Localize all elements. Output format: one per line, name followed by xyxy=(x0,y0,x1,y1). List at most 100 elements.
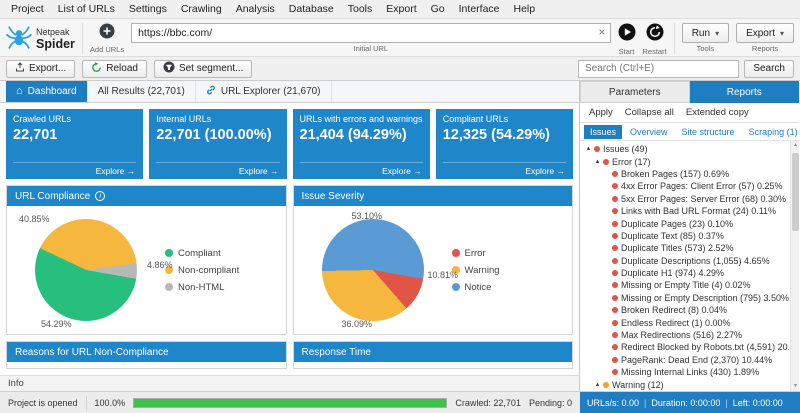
menu-item[interactable]: Export xyxy=(379,1,423,17)
menu-item[interactable]: Tools xyxy=(341,1,380,17)
explore-link[interactable]: Explore → xyxy=(442,162,566,179)
tree-row-label: Broken Pages (157) 0.69% xyxy=(621,168,730,179)
status-left: Project is opened 100.0% Crawled: 22,701… xyxy=(0,392,580,413)
tree-row[interactable]: ▲ Duplicate H1 (974) 4.29% xyxy=(580,267,789,279)
export-dropdown[interactable]: Export ▾ xyxy=(736,23,794,43)
reports-caption: Reports xyxy=(751,44,779,53)
expander-icon[interactable]: ▲ xyxy=(593,382,602,388)
clear-url-icon[interactable]: × xyxy=(599,25,606,39)
metric-card-value: 22,701 xyxy=(13,127,58,144)
tree-row[interactable]: ▲ Duplicate Descriptions (1,055) 4.65% xyxy=(580,255,789,267)
sidebar-tab[interactable]: Reports xyxy=(689,81,799,103)
expander-icon[interactable]: ▲ xyxy=(593,159,602,165)
start-button[interactable]: Start xyxy=(618,21,636,56)
menu-item[interactable]: Database xyxy=(282,1,341,17)
tree-row[interactable]: ▲ Missing Internal Links (430) 1.89% xyxy=(580,366,789,378)
menu-item[interactable]: Go xyxy=(424,1,452,17)
sidebar-tab[interactable]: Parameters xyxy=(580,81,690,103)
menu-item[interactable]: Analysis xyxy=(229,1,282,17)
add-urls-button[interactable]: Add URLs xyxy=(90,21,124,54)
scroll-down-icon[interactable]: ▼ xyxy=(791,382,799,391)
brand-name-bottom: Spider xyxy=(36,36,75,51)
tree-row[interactable]: ▲ 5xx Error Pages: Server Error (68) 0.3… xyxy=(580,193,789,205)
tree-row-label: Issues (49) xyxy=(603,144,648,155)
tree-row[interactable]: ▲ 4xx Error Pages: Client Error (57) 0.2… xyxy=(580,180,789,192)
scrollbar-thumb[interactable] xyxy=(792,153,799,231)
run-label: Run xyxy=(691,27,711,39)
tab-all-results[interactable]: All Results (22,701) xyxy=(88,81,196,102)
tree-row[interactable]: ▲ Duplicate Titles (573) 2.52% xyxy=(580,242,789,254)
legend-dot xyxy=(451,283,460,291)
set-segment-button[interactable]: Set segment... xyxy=(153,59,253,78)
tree-row[interactable]: ▲ Error (17) xyxy=(580,155,789,167)
tree-row-label: Redirect Blocked by Robots.txt (4,591) 2… xyxy=(621,342,789,353)
info-panel-header[interactable]: Info xyxy=(0,375,579,391)
tree-row[interactable]: ▲ Max Redirections (516) 2.27% xyxy=(580,329,789,341)
issue-dot-icon xyxy=(612,307,618,314)
menu-item[interactable]: Help xyxy=(507,1,543,17)
initial-url-input[interactable] xyxy=(131,23,611,43)
run-dropdown[interactable]: Run ▾ xyxy=(681,23,730,43)
reload-button[interactable]: Reload xyxy=(82,59,147,78)
tree-scrollbar[interactable]: ▲ ▼ xyxy=(790,141,799,391)
tree-row[interactable]: ▲ Duplicate Pages (23) 0.10% xyxy=(580,217,789,229)
issue-dot-icon xyxy=(612,232,618,239)
expander-icon[interactable]: ▲ xyxy=(584,146,593,152)
chart-legend: Compliant Non-compliant Non-HTML xyxy=(165,248,239,293)
info-icon[interactable]: i xyxy=(95,191,106,201)
restart-button[interactable]: Restart xyxy=(643,21,667,56)
search-button[interactable]: Search xyxy=(744,59,794,78)
content-area: ⌂ Dashboard All Results (22,701) URL Exp… xyxy=(0,81,580,391)
menu-item[interactable]: Project xyxy=(4,1,51,17)
tree-row[interactable]: ▲ Duplicate Text (85) 0.37% xyxy=(580,230,789,242)
menu-item[interactable]: Crawling xyxy=(174,1,229,17)
tree-row[interactable]: ▲ Warning (12) xyxy=(580,378,789,390)
sidebar-action-button[interactable]: Extended copy xyxy=(681,105,754,120)
export-icon xyxy=(15,62,25,75)
report-subtab[interactable]: Overview xyxy=(624,125,674,139)
issue-dot-icon xyxy=(603,158,609,165)
time-left: Left: 0:00:00 xyxy=(732,397,783,408)
tree-row[interactable]: ▲ Broken Pages (157) 0.69% xyxy=(580,168,789,180)
sidebar-tabs: Parameters Reports xyxy=(580,81,799,103)
explore-link[interactable]: Explore → xyxy=(13,162,137,179)
sidebar-action-button[interactable]: Collapse all xyxy=(620,105,679,120)
tree-row[interactable]: ▲ Links with Bad URL Format (24) 0.11% xyxy=(580,205,789,217)
reports-sidebar: Parameters Reports Apply Collapse all Ex… xyxy=(580,81,799,391)
start-caption: Start xyxy=(618,47,635,56)
tab-label: Dashboard xyxy=(27,86,77,97)
tree-row[interactable]: ▲ Endless Redirect (1) 0.00% xyxy=(580,316,789,328)
tree-row[interactable]: ▲ Broken Redirect (8) 0.04% xyxy=(580,304,789,316)
tree-row-label: PageRank: Dead End (2,370) 10.44% xyxy=(621,354,773,365)
report-subtabs: Issues Overview Site structure Scraping … xyxy=(580,123,799,141)
metric-card-title: Crawled URLs xyxy=(13,114,72,124)
sidebar-action-button[interactable]: Apply xyxy=(584,105,618,120)
report-subtab[interactable]: Scraping (1) xyxy=(743,125,800,139)
report-subtab[interactable]: Issues xyxy=(584,124,623,139)
tree-row[interactable]: ▲ PageRank: Dead End (2,370) 10.44% xyxy=(580,354,789,366)
pie-label: 4.86% xyxy=(147,260,173,270)
duration: Duration: 0:00:00 xyxy=(651,397,721,408)
tree-row-label: Missing Internal Links (430) 1.89% xyxy=(621,367,760,378)
report-subtab[interactable]: Site structure xyxy=(676,125,741,139)
menu-item[interactable]: Interface xyxy=(452,1,507,17)
tree-row[interactable]: ▲ Missing or Empty Title (4) 0.02% xyxy=(580,279,789,291)
tree-row[interactable]: ▲ Redirect Blocked by Robots.txt (4,591)… xyxy=(580,341,789,353)
menu-item[interactable]: List of URLs xyxy=(51,1,122,17)
tree-row[interactable]: ▲ Issues (49) xyxy=(580,143,789,155)
tab-dashboard[interactable]: ⌂ Dashboard xyxy=(6,81,88,102)
metric-card-value: 22,701 (100.00%) xyxy=(156,127,272,144)
scroll-up-icon[interactable]: ▲ xyxy=(791,141,799,150)
explore-link[interactable]: Explore → xyxy=(299,162,423,179)
tree-row-label: Duplicate Descriptions (1,055) 4.65% xyxy=(621,255,770,266)
tab-url-explorer[interactable]: URL Explorer (21,670) xyxy=(196,81,332,102)
legend-label: Warning xyxy=(464,264,500,276)
tab-label: All Results (22,701) xyxy=(97,86,185,97)
panel-header: Reasons for URL Non-Compliance xyxy=(7,342,286,362)
explore-link[interactable]: Explore → xyxy=(156,162,280,179)
menu-item[interactable]: Settings xyxy=(122,1,174,17)
issue-severity-panel: Issue Severity Error Warning Notice 53.10%… xyxy=(292,185,573,335)
tree-row[interactable]: ▲ Missing or Empty Description (795) 3.5… xyxy=(580,292,789,304)
export-button[interactable]: Export... xyxy=(6,59,76,78)
search-input[interactable] xyxy=(578,59,740,78)
